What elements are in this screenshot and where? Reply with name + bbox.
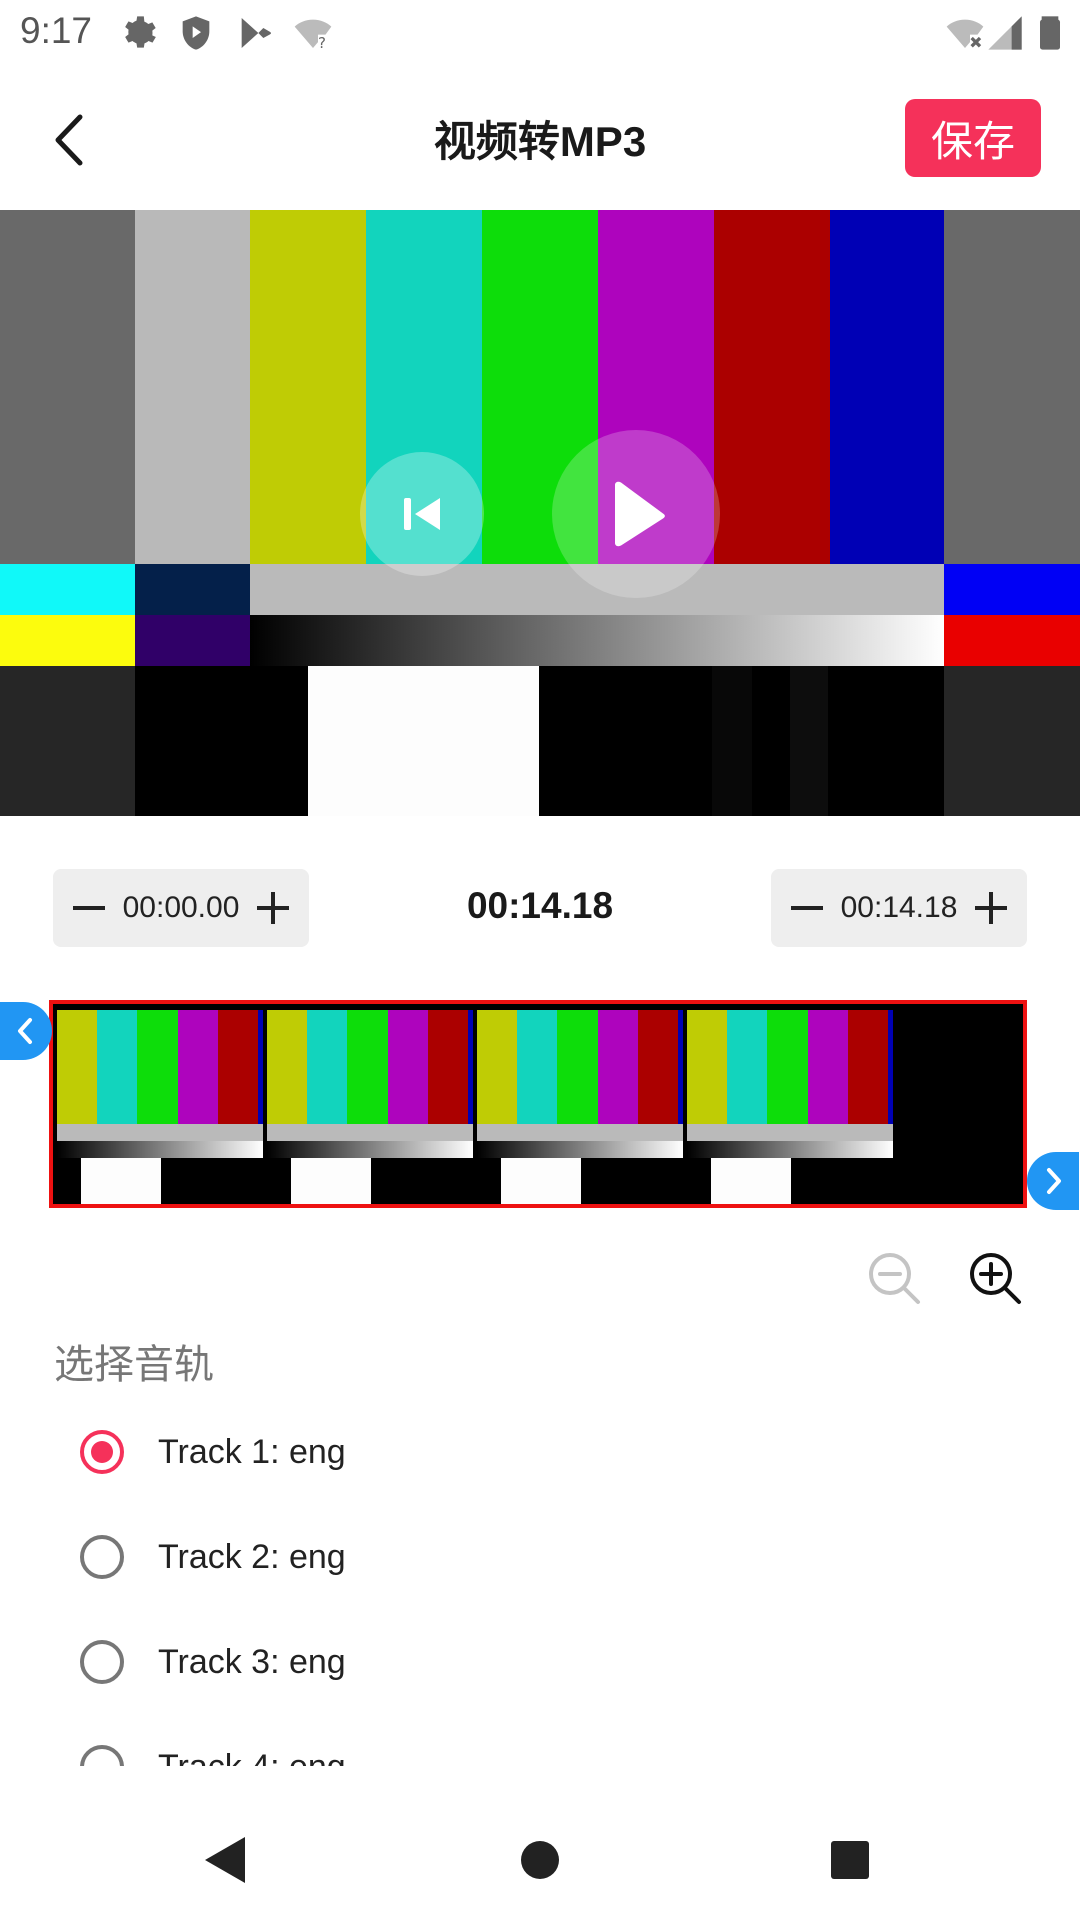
track-option-3[interactable]: Track 3: eng bbox=[80, 1622, 780, 1702]
gear-icon bbox=[118, 13, 158, 53]
shield-play-icon bbox=[176, 13, 216, 53]
radio-button-checked[interactable] bbox=[80, 1430, 124, 1474]
trim-start-handle[interactable] bbox=[0, 1002, 52, 1060]
zoom-in-button[interactable] bbox=[967, 1250, 1023, 1306]
nav-home-button[interactable] bbox=[500, 1820, 580, 1900]
track-option-2[interactable]: Track 2: eng bbox=[80, 1517, 780, 1597]
timeline-frame bbox=[267, 1010, 473, 1204]
wifi-off-icon bbox=[945, 13, 985, 53]
play-store-icon bbox=[235, 13, 275, 53]
zoom-out-button[interactable] bbox=[866, 1250, 922, 1306]
nav-recents-button[interactable] bbox=[810, 1820, 890, 1900]
chevron-right-icon bbox=[1047, 1168, 1061, 1194]
timeline-frame bbox=[477, 1010, 683, 1204]
track-label: Track 2: eng bbox=[158, 1537, 346, 1576]
status-bar: 9:17 ? bbox=[0, 0, 1080, 63]
timeline-frame bbox=[57, 1010, 263, 1204]
audio-track-section-title: 选择音轨 bbox=[54, 1343, 214, 1387]
nav-recents-icon bbox=[831, 1841, 869, 1879]
trim-end-handle[interactable] bbox=[1027, 1152, 1079, 1210]
svg-text:?: ? bbox=[318, 34, 326, 52]
nav-home-icon bbox=[521, 1841, 559, 1879]
video-preview[interactable] bbox=[0, 210, 1080, 816]
end-time-value: 00:14.18 bbox=[840, 891, 958, 924]
minus-icon bbox=[791, 906, 823, 910]
track-label: Track 4: eng bbox=[158, 1748, 346, 1767]
timeline-frame bbox=[687, 1010, 893, 1204]
end-time-control: 00:14.18 bbox=[771, 869, 1027, 947]
battery-icon bbox=[1030, 13, 1070, 53]
track-label: Track 1: eng bbox=[158, 1432, 346, 1471]
status-time: 9:17 bbox=[20, 10, 93, 51]
wifi-question-icon: ? bbox=[293, 13, 333, 53]
zoom-out-icon bbox=[869, 1253, 920, 1304]
chevron-left-icon bbox=[18, 1018, 32, 1044]
signal-icon bbox=[985, 13, 1025, 53]
play-button[interactable] bbox=[552, 430, 720, 598]
end-decrease-button[interactable] bbox=[785, 886, 829, 930]
audio-track-list[interactable]: Track 1: eng Track 2: eng Track 3: eng T… bbox=[0, 1388, 1080, 1766]
nav-back-icon bbox=[205, 1837, 245, 1883]
end-increase-button[interactable] bbox=[969, 886, 1013, 930]
radio-button[interactable] bbox=[80, 1640, 124, 1684]
radio-button[interactable] bbox=[80, 1535, 124, 1579]
navigation-bar bbox=[0, 1790, 1080, 1920]
track-option-1[interactable]: Track 1: eng bbox=[80, 1412, 780, 1492]
skip-to-start-icon bbox=[404, 498, 440, 530]
nav-back-button[interactable] bbox=[186, 1820, 266, 1900]
save-button[interactable]: 保存 bbox=[905, 99, 1041, 177]
play-icon bbox=[615, 481, 665, 547]
track-option-4[interactable]: Track 4: eng bbox=[80, 1727, 780, 1766]
zoom-in-icon bbox=[970, 1253, 1021, 1304]
track-label: Track 3: eng bbox=[158, 1642, 346, 1681]
timeline-strip[interactable] bbox=[49, 1000, 1027, 1208]
plus-icon bbox=[975, 892, 1007, 924]
restart-button[interactable] bbox=[360, 452, 484, 576]
radio-button[interactable] bbox=[80, 1745, 124, 1766]
